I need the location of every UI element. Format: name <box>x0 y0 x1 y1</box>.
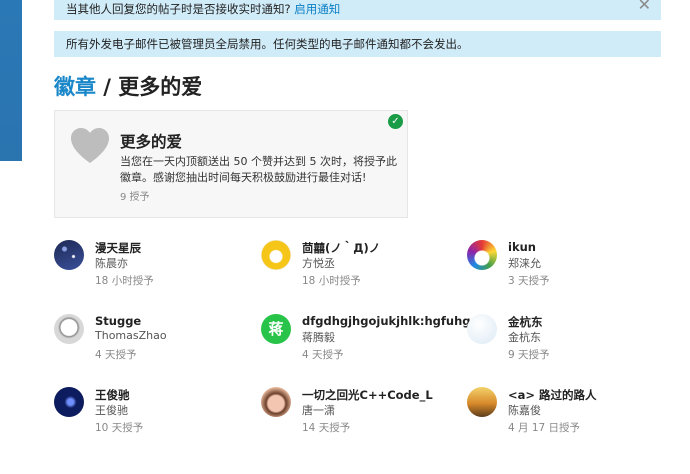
user-avatar[interactable] <box>261 240 291 270</box>
user-fullname: 郑涞允 <box>508 257 541 270</box>
badge-description: 当您在一天内顶额送出 50 个赞并达到 5 次时，将授予此徽章。感谢您抽出时间每… <box>120 155 397 184</box>
user-grant-time: 18 小时授予 <box>95 275 154 287</box>
close-icon[interactable]: ✕ <box>638 0 651 15</box>
user-fullname: 陈嘉俊 <box>508 404 541 417</box>
user-card[interactable]: <a> 路过的路人 陈嘉俊 4 月 17 日授予 <box>467 385 657 439</box>
badge-card: ✓ 更多的爱 当您在一天内顶额送出 50 个赞并达到 5 次时，将授予此徽章。感… <box>54 110 408 218</box>
heart-icon <box>71 128 109 163</box>
user-avatar[interactable] <box>54 314 84 344</box>
user-username[interactable]: 茴囍(ノ｀Д)ノ <box>302 240 380 256</box>
user-avatar[interactable] <box>467 387 497 417</box>
user-username[interactable]: 金杭东 <box>508 314 543 330</box>
user-card[interactable]: ikun 郑涞允 3 天授予 <box>467 238 657 292</box>
enable-notifications-link[interactable]: 启用通知 <box>294 2 340 16</box>
user-card[interactable]: 一切之回光C++Code_L 唐一潇 14 天授予 <box>261 385 451 439</box>
user-grant-time: 9 天授予 <box>508 349 550 361</box>
user-grant-time: 4 月 17 日授予 <box>508 422 581 434</box>
reply-notification-banner: 当其他人回复您的帖子时是否接收实时通知? 启用通知 ✕ <box>54 0 661 20</box>
left-accent-bar <box>0 0 22 474</box>
user-grant-time: 14 天授予 <box>302 422 351 434</box>
user-grant-time: 4 天授予 <box>302 349 344 361</box>
user-card[interactable]: Stugge ThomasZhao 4 天授予 <box>54 312 244 366</box>
user-fullname: 方悦丞 <box>302 257 335 270</box>
user-username[interactable]: 王俊驰 <box>95 387 130 403</box>
user-grant-time: 4 天授予 <box>95 349 137 361</box>
user-card[interactable]: 漫天星辰 陈晨亦 18 小时授予 <box>54 238 244 292</box>
breadcrumb-badges-link[interactable]: 徽章 <box>54 75 96 99</box>
user-card[interactable]: 金杭东 金杭东 9 天授予 <box>467 312 657 366</box>
user-fullname: 陈晨亦 <box>95 257 128 270</box>
user-grant-time: 3 天授予 <box>508 275 550 287</box>
user-card[interactable]: 王俊驰 王俊驰 10 天授予 <box>54 385 244 439</box>
email-disabled-banner: 所有外发电子邮件已被管理员全局禁用。任何类型的电子邮件通知都不会发出。 <box>54 31 661 57</box>
user-fullname: ThomasZhao <box>95 329 167 342</box>
user-fullname: 金杭东 <box>508 331 541 344</box>
user-card[interactable]: 茴囍(ノ｀Д)ノ 方悦丞 18 小时授予 <box>261 238 451 292</box>
badge-recipients-grid: 漫天星辰 陈晨亦 18 小时授予 茴囍(ノ｀Д)ノ 方悦丞 18 小时授予 ik… <box>54 238 684 458</box>
user-fullname: 唐一潇 <box>302 404 335 417</box>
badge-name: 更多的爱 <box>120 133 183 151</box>
breadcrumb-separator: / <box>96 75 119 99</box>
user-avatar[interactable] <box>54 240 84 270</box>
reply-notify-text: 当其他人回复您的帖子时是否接收实时通知? <box>66 2 291 16</box>
user-grant-time: 10 天授予 <box>95 422 144 434</box>
user-username[interactable]: ikun <box>508 240 536 254</box>
email-disabled-text: 所有外发电子邮件已被管理员全局禁用。任何类型的电子邮件通知都不会发出。 <box>66 37 469 51</box>
user-avatar[interactable] <box>467 314 497 344</box>
user-fullname: 王俊驰 <box>95 404 128 417</box>
user-avatar[interactable] <box>54 387 84 417</box>
user-username[interactable]: 一切之回光C++Code_L <box>302 387 433 403</box>
user-avatar[interactable] <box>467 240 497 270</box>
badge-title: 更多的爱 <box>118 75 203 99</box>
user-username[interactable]: dfgdhgjhgojukjhlk:hgfuhgu <box>302 314 479 328</box>
user-username[interactable]: 漫天星辰 <box>95 240 141 256</box>
user-grant-time: 18 小时授予 <box>302 275 361 287</box>
granted-check-icon: ✓ <box>388 114 403 129</box>
badge-grant-count: 9 授予 <box>120 192 150 203</box>
user-username[interactable]: Stugge <box>95 314 141 328</box>
user-fullname: 蒋腾毅 <box>302 331 335 344</box>
user-avatar[interactable]: 蒋 <box>261 314 291 344</box>
page-title: 徽章 / 更多的爱 <box>54 71 202 101</box>
user-card[interactable]: 蒋 dfgdhgjhgojukjhlk:hgfuhgu 蒋腾毅 4 天授予 <box>261 312 479 366</box>
user-username[interactable]: <a> 路过的路人 <box>508 387 597 403</box>
user-avatar[interactable] <box>261 387 291 417</box>
